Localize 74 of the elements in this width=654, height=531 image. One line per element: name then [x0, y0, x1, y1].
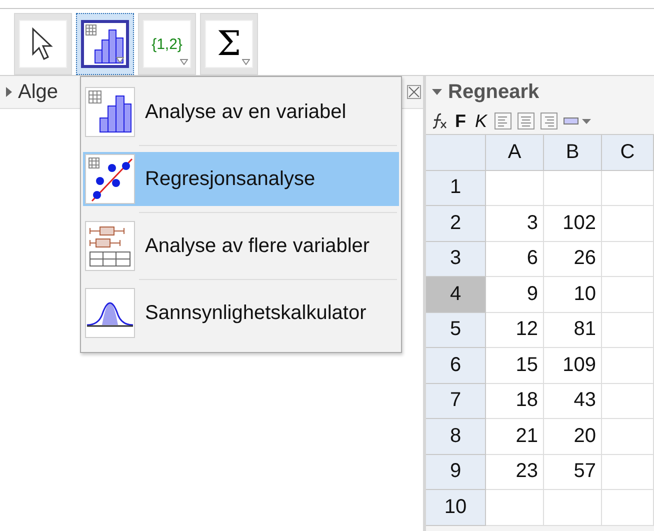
row-header[interactable]: 3	[426, 242, 486, 277]
table-cell	[602, 419, 654, 454]
row-header[interactable]: 10	[426, 490, 486, 526]
tool-button[interactable]	[76, 13, 134, 75]
caret-icon	[242, 59, 250, 65]
table-cell: 9	[486, 277, 544, 312]
table-cell: 43	[544, 384, 602, 419]
histogram-icon	[85, 87, 135, 137]
row-header[interactable]: 2	[426, 206, 486, 242]
bell-curve-icon	[85, 288, 135, 338]
format-button[interactable]: K	[473, 110, 490, 132]
format-button[interactable]: F	[453, 110, 468, 132]
table-cell: 21	[486, 419, 544, 454]
table-cell	[602, 384, 654, 419]
box-plot-icon	[85, 221, 135, 271]
histogram-icon	[85, 24, 125, 64]
panel-title: Regneark	[448, 80, 540, 104]
table-cell	[602, 490, 654, 526]
function-icon[interactable]	[430, 112, 448, 130]
corner-cell[interactable]	[426, 135, 486, 170]
menu-item[interactable]: Analyse av flere variabler	[83, 219, 399, 273]
scatter-plot-icon	[85, 154, 135, 204]
expand-triangle-icon[interactable]	[6, 87, 12, 97]
color-picker-icon[interactable]	[563, 115, 594, 127]
table-cell	[602, 454, 654, 490]
row-header[interactable]: 6	[426, 348, 486, 384]
align-icon[interactable]	[540, 112, 558, 130]
row-header[interactable]: 5	[426, 312, 486, 348]
row-header[interactable]: 8	[426, 419, 486, 454]
align-icon[interactable]	[494, 112, 512, 130]
table-cell	[602, 348, 654, 384]
table-cell	[544, 170, 602, 206]
collapse-triangle-icon[interactable]	[432, 89, 442, 95]
table-cell: 12	[486, 312, 544, 348]
table-cell: 20	[544, 419, 602, 454]
table-cell: 18	[486, 384, 544, 419]
column-header[interactable]: B	[544, 135, 602, 170]
menu-item[interactable]: Analyse av en variabel	[83, 85, 399, 139]
table-cell: 26	[544, 242, 602, 277]
pointer-icon	[30, 27, 56, 61]
table-cell	[486, 170, 544, 206]
caret-icon	[116, 57, 124, 63]
table-cell: 81	[544, 312, 602, 348]
panel-title: Alge	[18, 80, 58, 104]
table-cell: 15	[486, 348, 544, 384]
table-cell	[602, 277, 654, 312]
sum-label: Σ	[216, 24, 242, 64]
row-header[interactable]: 4	[426, 277, 486, 312]
table-cell: 57	[544, 454, 602, 490]
table-cell: 3	[486, 206, 544, 242]
tool-button[interactable]: {1,2}	[138, 13, 196, 75]
row-header[interactable]: 1	[426, 170, 486, 206]
align-icon[interactable]	[517, 112, 536, 130]
row-header[interactable]: 9	[426, 454, 486, 490]
column-header[interactable]: C	[602, 135, 654, 170]
caret-icon	[180, 59, 188, 65]
row-header[interactable]: 7	[426, 384, 486, 419]
tool-button[interactable]: Σ	[200, 13, 258, 75]
table-cell: 6	[486, 242, 544, 277]
close-icon[interactable]	[407, 85, 421, 99]
column-header[interactable]: A	[486, 135, 544, 170]
table-cell	[544, 490, 602, 526]
list-label: {1,2}	[152, 36, 182, 52]
table-cell: 109	[544, 348, 602, 384]
table-cell	[602, 206, 654, 242]
table-cell	[602, 312, 654, 348]
table-cell: 102	[544, 206, 602, 242]
table-cell: 10	[544, 277, 602, 312]
menu-item[interactable]: Sannsynlighetskalkulator	[83, 286, 399, 340]
menu-item[interactable]: Regresjonsanalyse	[83, 152, 399, 206]
table-cell	[602, 170, 654, 206]
table-cell	[602, 242, 654, 277]
table-cell: 23	[486, 454, 544, 490]
table-cell	[486, 490, 544, 526]
